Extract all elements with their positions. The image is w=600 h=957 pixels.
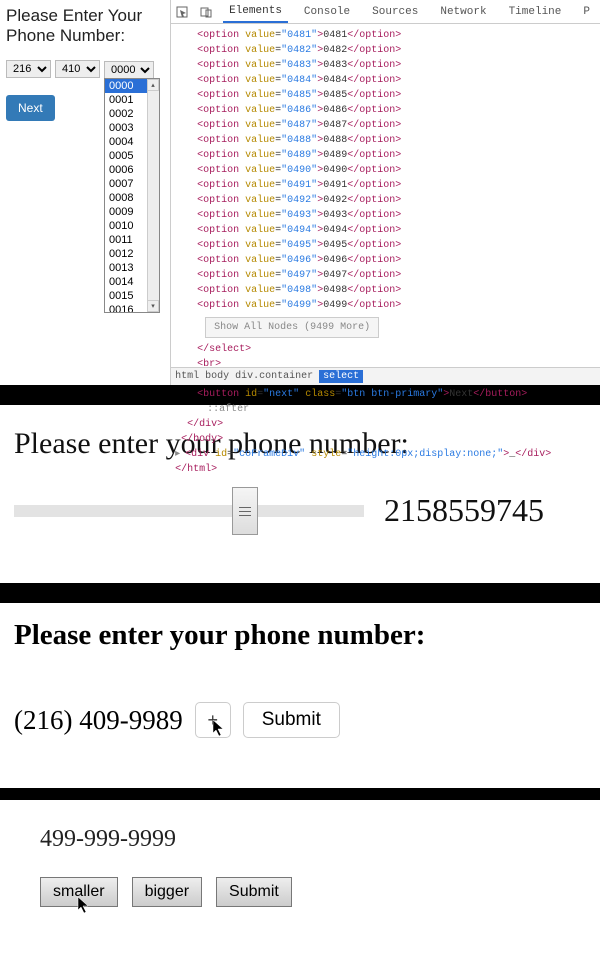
inspect-icon[interactable] <box>175 5 189 19</box>
breadcrumb-item[interactable]: div.container <box>235 371 313 382</box>
devtools-toolbar: Elements Console Sources Network Timelin… <box>171 0 600 24</box>
dom-tree[interactable]: <option value="0481">0481</option><optio… <box>171 24 600 481</box>
code-line: <option value="0487">0487</option> <box>197 118 594 133</box>
code-line: <option value="0482">0482</option> <box>197 43 594 58</box>
divider <box>0 583 600 603</box>
code-line: <option value="0491">0491</option> <box>197 178 594 193</box>
code-line: <option value="0493">0493</option> <box>197 208 594 223</box>
code-line: <option value="0483">0483</option> <box>197 58 594 73</box>
tab-network[interactable]: Network <box>434 2 492 22</box>
code-line: <option value="0489">0489</option> <box>197 148 594 163</box>
tab-console[interactable]: Console <box>298 2 356 22</box>
code-line: <option value="0488">0488</option> <box>197 133 594 148</box>
pseudo-after: ::after <box>207 404 249 415</box>
bigger-button[interactable]: bigger <box>132 877 202 907</box>
page-title: Please Enter Your Phone Number: <box>6 6 164 46</box>
code-line: <option value="0494">0494</option> <box>197 223 594 238</box>
code-line: </body> <box>181 434 223 445</box>
code-line: <option value="0497">0497</option> <box>197 268 594 283</box>
breadcrumb[interactable]: html body div.container select <box>171 367 600 385</box>
submit-button[interactable]: Submit <box>243 702 340 738</box>
show-all-nodes-button[interactable]: Show All Nodes (9499 More) <box>205 317 379 338</box>
submit-button[interactable]: Submit <box>216 877 292 907</box>
code-line: <option value="0486">0486</option> <box>197 103 594 118</box>
breadcrumb-item-selected[interactable]: select <box>319 370 363 383</box>
area-code-select[interactable]: 216 <box>6 60 51 78</box>
line-number-select[interactable]: 0000 <box>104 61 154 79</box>
code-line: <option value="0492">0492</option> <box>197 193 594 208</box>
breadcrumb-item[interactable]: body <box>205 371 229 382</box>
tab-elements[interactable]: Elements <box>223 1 288 23</box>
code-line: </select> <box>197 344 251 355</box>
prefix-select[interactable]: 410 <box>55 60 100 78</box>
slider-track <box>14 505 364 517</box>
code-line: </html> <box>175 464 217 475</box>
code-line: <option value="0490">0490</option> <box>197 163 594 178</box>
line-number-dropdown[interactable]: ▴ ▾ 000000010002000300040005000600070008… <box>104 78 160 313</box>
scroll-down-icon[interactable]: ▾ <box>147 300 159 312</box>
slider-thumb[interactable] <box>232 487 258 535</box>
smaller-button[interactable]: smaller <box>40 877 118 907</box>
breadcrumb-item[interactable]: html <box>175 371 199 382</box>
phone-display: (216) 409-9989 <box>14 705 183 736</box>
code-line: <option value="0499">0499</option> <box>197 298 594 313</box>
phone-display: 499-999-9999 <box>40 826 560 853</box>
code-line: <option value="0485">0485</option> <box>197 88 594 103</box>
scroll-up-icon[interactable]: ▴ <box>147 79 159 91</box>
tab-timeline[interactable]: Timeline <box>503 2 568 22</box>
code-line: </div> <box>187 419 223 430</box>
code-line: <option value="0484">0484</option> <box>197 73 594 88</box>
page-title: Please enter your phone number: <box>14 619 586 652</box>
code-line: <option value="0496">0496</option> <box>197 253 594 268</box>
scrollbar-track[interactable] <box>147 79 159 312</box>
code-line: <option value="0481">0481</option> <box>197 28 594 43</box>
tab-more[interactable]: P <box>577 2 596 22</box>
next-button[interactable]: Next <box>6 95 55 121</box>
code-line: <option value="0498">0498</option> <box>197 283 594 298</box>
divider <box>0 788 600 800</box>
tab-sources[interactable]: Sources <box>366 2 424 22</box>
increment-button[interactable]: + <box>195 702 231 738</box>
phone-value: 2158559745 <box>384 492 544 529</box>
device-icon[interactable] <box>199 5 213 19</box>
code-line: <option value="0495">0495</option> <box>197 238 594 253</box>
phone-slider[interactable] <box>14 487 364 533</box>
